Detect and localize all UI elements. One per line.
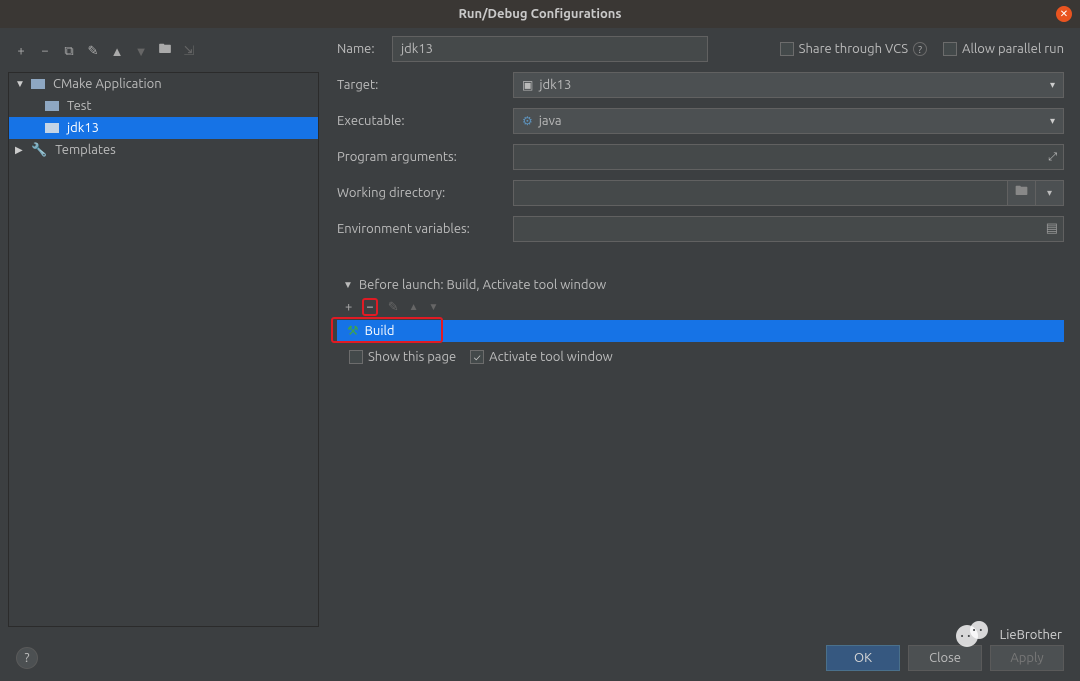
gear-icon: ⚙ (522, 114, 533, 128)
window-close-button[interactable]: ✕ (1056, 6, 1072, 22)
top-options: Share through VCS ? Allow parallel run (780, 42, 1064, 56)
close-button[interactable]: Close (908, 645, 982, 671)
before-launch-section: ▼ Before launch: Build, Activate tool wi… (337, 278, 1064, 364)
ok-button[interactable]: OK (826, 645, 900, 671)
label-working-dir: Working directory: (337, 186, 513, 200)
target-combo[interactable]: ▣ jdk13 ▾ (513, 72, 1064, 98)
add-icon[interactable]: + (14, 44, 28, 58)
titlebar: Run/Debug Configurations ✕ (0, 0, 1080, 28)
label-env: Environment variables: (337, 222, 513, 236)
browse-button[interactable]: 🖿 (1008, 180, 1036, 206)
row-target: Target: ▣ jdk13 ▾ (337, 72, 1064, 98)
apply-button[interactable]: Apply (990, 645, 1064, 671)
move-up-icon[interactable]: ▲ (110, 44, 124, 59)
expand-icon[interactable]: ⇲ (182, 44, 196, 59)
config-tree[interactable]: ▼ CMake Application Test jdk13 ▶ 🔧 Templ… (8, 72, 319, 627)
tree-item-label: jdk13 (67, 121, 99, 135)
row-program-args: Program arguments: ⤢ (337, 144, 1064, 170)
help-icon[interactable]: ? (913, 42, 927, 56)
row-env: Environment variables: ▤ (337, 216, 1064, 242)
tree-item-label: Test (67, 99, 92, 113)
folder-icon[interactable]: 🖿 (158, 40, 172, 62)
cmake-icon (45, 123, 59, 133)
label-program-args: Program arguments: (337, 150, 513, 164)
chevron-down-icon: ▾ (1047, 187, 1052, 199)
folder-icon: 🖿 (1015, 182, 1028, 204)
parallel-checkbox[interactable]: Allow parallel run (943, 42, 1064, 56)
move-down-icon[interactable]: ▼ (429, 301, 439, 313)
tree-item-jdk13[interactable]: jdk13 (9, 117, 318, 139)
program-args-input[interactable]: ⤢ (513, 144, 1064, 170)
sidebar-toolbar: + − ⧉ ✎ ▲ ▼ 🖿 ⇲ (8, 36, 319, 72)
highlight-remove: − (362, 298, 377, 316)
help-button[interactable]: ? (16, 647, 38, 669)
sidebar: + − ⧉ ✎ ▲ ▼ 🖿 ⇲ ▼ CMake Application Test… (0, 28, 327, 635)
chevron-down-icon: ▾ (1050, 115, 1055, 127)
copy-icon[interactable]: ⧉ (62, 44, 76, 59)
tree-group-cmake[interactable]: ▼ CMake Application (9, 73, 318, 95)
name-input[interactable]: jdk13 (392, 36, 708, 62)
activate-window-checkbox[interactable]: Activate tool window (470, 350, 613, 364)
footer: ? OK Close Apply (0, 635, 1080, 681)
target-icon: ▣ (522, 78, 533, 92)
cmake-icon (45, 101, 59, 111)
form-panel: Name: jdk13 Share through VCS ? Allow pa… (327, 28, 1080, 635)
row-name: Name: jdk13 Share through VCS ? Allow pa… (337, 36, 1064, 62)
expand-icon[interactable]: ⤢ (1048, 151, 1057, 164)
label-target: Target: (337, 78, 513, 92)
working-dir-input[interactable] (513, 180, 1008, 206)
before-launch-task-build[interactable]: ⚒ Build (337, 320, 1064, 342)
move-down-icon[interactable]: ▼ (134, 44, 148, 59)
remove-icon[interactable]: − (38, 44, 52, 58)
label-executable: Executable: (337, 114, 513, 128)
executable-combo[interactable]: ⚙ java ▾ (513, 108, 1064, 134)
checkbox-icon (349, 350, 363, 364)
dialog-body: + − ⧉ ✎ ▲ ▼ 🖿 ⇲ ▼ CMake Application Test… (0, 28, 1080, 635)
chevron-down-icon: ▾ (1050, 79, 1055, 91)
env-input[interactable] (513, 216, 1064, 242)
checkbox-icon (780, 42, 794, 56)
before-launch-options: Show this page Activate tool window (337, 342, 1064, 364)
wrench-icon: 🔧 (31, 143, 47, 158)
hammer-icon: ⚒ (347, 324, 359, 339)
window-title: Run/Debug Configurations (458, 7, 621, 21)
list-icon[interactable]: ▤ (1046, 221, 1058, 236)
edit-icon[interactable]: ✎ (86, 44, 100, 59)
chevron-right-icon: ▶ (15, 144, 27, 156)
tree-item-test[interactable]: Test (9, 95, 318, 117)
before-launch-toolbar: + − ✎ ▲ ▼ (337, 292, 1064, 320)
chevron-down-icon: ▼ (343, 279, 353, 291)
checkbox-icon (943, 42, 957, 56)
tree-group-label: CMake Application (53, 77, 162, 91)
add-icon[interactable]: + (345, 300, 352, 314)
tree-group-label: Templates (55, 143, 116, 157)
edit-icon[interactable]: ✎ (388, 300, 399, 315)
row-executable: Executable: ⚙ java ▾ (337, 108, 1064, 134)
move-up-icon[interactable]: ▲ (409, 301, 419, 313)
cmake-icon (31, 79, 45, 89)
before-launch-header[interactable]: ▼ Before launch: Build, Activate tool wi… (337, 278, 1064, 292)
share-vcs-checkbox[interactable]: Share through VCS ? (780, 42, 927, 56)
row-working-dir: Working directory: 🖿 ▾ (337, 180, 1064, 206)
remove-icon[interactable]: − (366, 300, 373, 314)
show-page-checkbox[interactable]: Show this page (349, 350, 456, 364)
chevron-down-icon: ▼ (15, 78, 27, 90)
label-name: Name: (337, 42, 392, 56)
checkbox-icon (470, 350, 484, 364)
tree-group-templates[interactable]: ▶ 🔧 Templates (9, 139, 318, 161)
macro-button[interactable]: ▾ (1036, 180, 1064, 206)
